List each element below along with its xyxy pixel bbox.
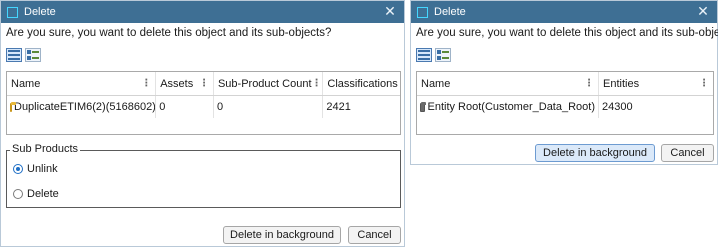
column-header-name[interactable]: Name ⋮ [7,72,157,95]
cancel-button[interactable]: Cancel [348,226,401,244]
dialog-title: Delete [24,6,56,18]
sub-products-group: Sub Products Unlink Delete [6,143,401,208]
table-row[interactable]: Entity Root(Customer_Data_Root) 24300 [417,96,713,118]
delete-dialog-entity: Delete ✕ Are you sure, you want to delet… [410,0,718,165]
cell-name: DuplicateETIM6(2)(5168602) [7,96,157,118]
table-row[interactable]: DuplicateETIM6(2)(5168602) 0 0 2421 [7,96,400,118]
grid-header: Name ⋮ Entities ⋮ [417,72,713,96]
column-menu-icon[interactable]: ⋮ [312,78,322,89]
column-header-entities[interactable]: Entities ⋮ [599,72,713,95]
detail-view-icon[interactable] [435,48,451,62]
window-icon [417,6,428,18]
grid-header: Name ⋮ Assets ⋮ Sub-Product Count ⋮ Classif… [7,72,400,96]
delete-in-background-button[interactable]: Delete in background [223,226,341,244]
confirm-question: Are you sure, you want to delete this ob… [6,27,332,39]
column-header-sub-product-count[interactable]: Sub-Product Count ⋮ [214,72,324,95]
cell-name: Entity Root(Customer_Data_Root) [417,96,599,118]
detail-view-icon[interactable] [25,48,41,62]
cancel-button[interactable]: Cancel [661,144,714,162]
objects-grid: Name ⋮ Entities ⋮ Entity Root(Customer_Dat… [416,71,714,135]
cell-assets: 0 [156,96,214,118]
list-view-icon[interactable] [6,48,22,62]
list-view-icon[interactable] [416,48,432,62]
column-menu-icon[interactable]: ⋮ [584,78,594,89]
title-bar[interactable]: Delete ✕ [411,1,717,23]
column-menu-icon[interactable]: ⋮ [141,78,151,89]
objects-grid: Name ⋮ Assets ⋮ Sub-Product Count ⋮ Classif… [6,71,401,135]
title-bar[interactable]: Delete ✕ [1,1,404,23]
cell-sub-product-count: 0 [214,96,324,118]
column-header-classifications[interactable]: Classifications⋮ [323,72,400,95]
window-icon [7,6,18,18]
close-icon[interactable]: ✕ [695,3,711,20]
radio-delete[interactable]: Delete [13,188,59,200]
column-menu-icon[interactable]: ⋮ [398,78,400,89]
radio-unlink[interactable]: Unlink [13,163,58,175]
folder-icon [10,101,16,112]
dialog-title: Delete [434,6,466,18]
column-header-assets[interactable]: Assets ⋮ [156,72,214,95]
radio-button[interactable] [13,189,23,199]
close-icon[interactable]: ✕ [382,3,398,20]
folder-icon [420,101,427,112]
column-menu-icon[interactable]: ⋮ [199,78,209,89]
radio-button-checked[interactable] [13,164,23,174]
cell-classifications: 2421 [326,101,351,113]
column-menu-icon[interactable]: ⋮ [699,78,709,89]
view-toolbar [6,48,41,62]
delete-dialog-product: Delete ✕ Are you sure, you want to delet… [0,0,405,247]
sub-products-legend: Sub Products [10,143,81,155]
cell-entities: 24300 [602,101,633,113]
delete-in-background-button[interactable]: Delete in background [535,144,655,162]
confirm-question: Are you sure, you want to delete this ob… [416,27,718,39]
column-header-name[interactable]: Name ⋮ [417,72,599,95]
view-toolbar [416,48,451,62]
